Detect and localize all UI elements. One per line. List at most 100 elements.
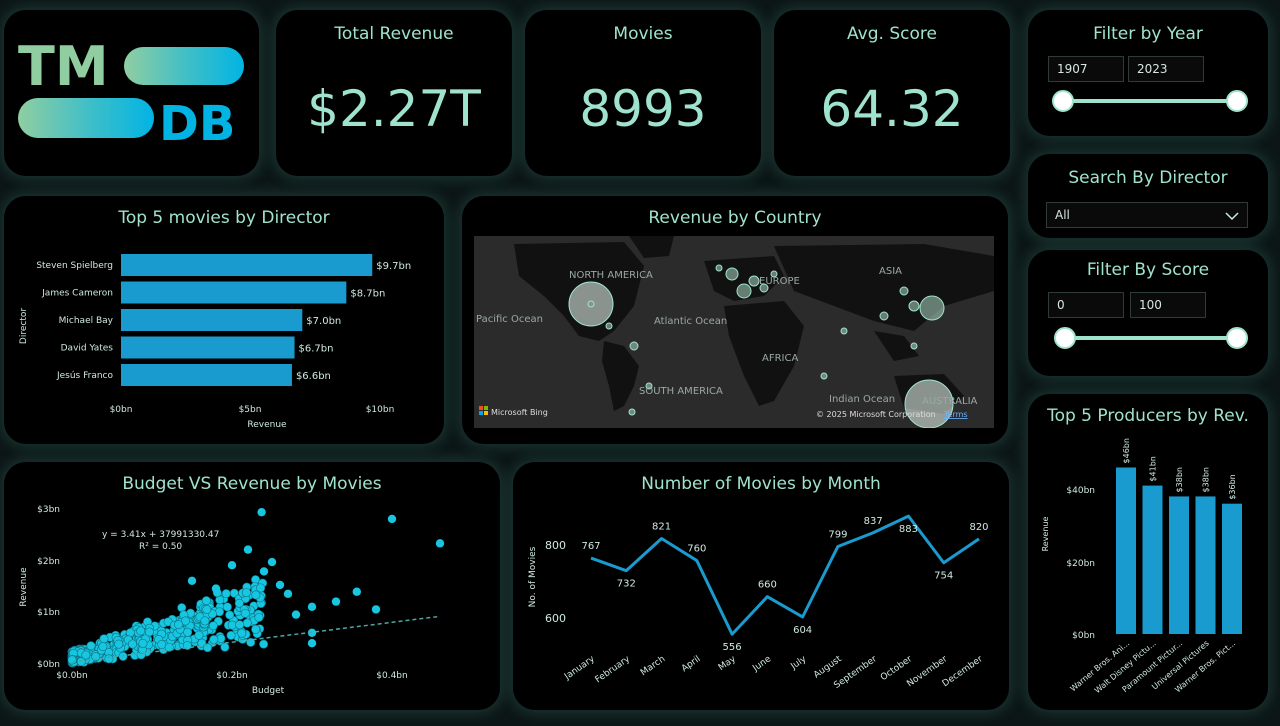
scatter-point: [275, 580, 285, 590]
scatter-point: [291, 610, 301, 619]
scatter-point: [435, 539, 445, 548]
world-map[interactable]: NORTH AMERICA EUROPE ASIA Pacific Ocean …: [474, 236, 994, 428]
data-label: 732: [617, 579, 636, 590]
data-label: $38bn: [1175, 467, 1184, 492]
scatter-point: [138, 638, 148, 648]
scatter-point: [187, 576, 197, 585]
kpi-value: 8993: [579, 80, 707, 138]
y-tick-label: $20bn: [1066, 559, 1095, 569]
scatter-point: [259, 567, 269, 576]
score-slider-high-handle[interactable]: [1226, 327, 1248, 349]
x-tick-label: July: [789, 654, 809, 672]
kpi-label: Total Revenue: [334, 24, 454, 44]
x-tick-label: April: [680, 654, 703, 674]
series-line: [590, 514, 980, 636]
scatter-point: [209, 635, 219, 645]
scatter-point: [144, 627, 154, 637]
search-director-title: Search By Director: [1068, 168, 1228, 188]
map-copyright: © 2025 Microsoft Corporation: [816, 410, 936, 419]
map-label: Atlantic Ocean: [654, 316, 727, 327]
x-tick-label: $0.0bn: [56, 671, 87, 681]
scatter-r2: R² = 0.50: [139, 542, 182, 552]
year-max-input[interactable]: 2023: [1128, 56, 1204, 82]
year-slider-high-handle[interactable]: [1226, 90, 1248, 112]
y-tick-label: $0bn: [1072, 631, 1095, 641]
filter-year-card: Filter by Year 1907 2023: [1028, 10, 1268, 136]
scatter-point: [202, 605, 212, 615]
scatter-card: Budget VS Revenue by Movies y = 3.41x + …: [4, 462, 500, 710]
x-tick-label: December: [941, 654, 985, 689]
y-tick-label: $40bn: [1066, 486, 1095, 496]
score-slider-low-handle[interactable]: [1054, 327, 1076, 349]
y-tick-label: $3bn: [37, 505, 60, 515]
scatter-point: [240, 608, 250, 618]
data-label: $38bn: [1202, 467, 1211, 492]
score-max-input[interactable]: 100: [1130, 292, 1206, 318]
data-label: 754: [934, 571, 953, 582]
tmdb-logo: TM DB: [18, 35, 244, 152]
y-tick-label: James Cameron: [41, 289, 113, 299]
scatter-point: [114, 639, 124, 649]
score-min-input[interactable]: 0: [1048, 292, 1124, 318]
scatter-point: [227, 561, 237, 570]
monthly-chart-card: Number of Movies by Month No. of Movies …: [513, 462, 1009, 710]
scatter-point: [225, 610, 235, 620]
data-label: $7.0bn: [306, 316, 341, 327]
map-terms-link[interactable]: Terms: [943, 410, 968, 419]
bar: [1142, 485, 1163, 634]
x-tick-label: January: [562, 654, 597, 683]
bar: [121, 281, 347, 304]
scatter-ylabel: Revenue: [19, 567, 29, 607]
scatter-point: [221, 589, 231, 599]
data-label: 604: [793, 625, 812, 636]
monthly-line-chart: No. of Movies 800 600 767 January 732 Febru…: [528, 514, 989, 691]
x-tick-label: $5bn: [239, 405, 262, 415]
bar: [121, 364, 292, 386]
data-label: 660: [758, 580, 777, 591]
data-label: 837: [864, 516, 883, 527]
scatter-point: [211, 584, 221, 593]
scatter-point: [173, 620, 183, 630]
scatter-point: [86, 641, 96, 651]
directors-xlabel: Revenue: [247, 420, 287, 430]
budget-revenue-scatter: y = 3.41x + 37991330.47 R² = 0.50 Revenu…: [19, 505, 445, 696]
kpi-avg-score: Avg. Score 64.32: [774, 10, 1010, 176]
x-tick-label: $0.4bn: [376, 671, 407, 681]
kpi-movies: Movies 8993: [525, 10, 761, 176]
x-tick-label: February: [594, 654, 633, 685]
scatter-point: [352, 587, 361, 596]
data-label: 821: [652, 522, 671, 533]
data-label: 760: [687, 544, 706, 555]
scatter-point: [254, 612, 264, 622]
year-min-input[interactable]: 1907: [1048, 56, 1124, 82]
y-tick-label: David Yates: [61, 344, 114, 354]
logo-text-bottom: DB: [159, 96, 235, 152]
scatter-point: [200, 616, 210, 626]
year-slider-track[interactable]: [1062, 99, 1238, 103]
x-tick-label: $0.2bn: [216, 671, 247, 681]
director-dropdown[interactable]: All: [1046, 202, 1248, 228]
bar: [1116, 467, 1136, 634]
y-tick-label: Michael Bay: [59, 316, 114, 326]
scatter-point: [222, 602, 232, 612]
y-tick-label: $1bn: [37, 608, 60, 618]
scatter-point: [98, 642, 108, 652]
filter-score-card: Filter By Score 0 100: [1028, 250, 1268, 376]
data-label: $6.6bn: [296, 371, 331, 382]
search-director-card: Search By Director All: [1028, 154, 1268, 238]
bar: [1222, 503, 1242, 634]
kpi-total-revenue: Total Revenue $2.27T: [276, 10, 512, 176]
map-label: SOUTH AMERICA: [639, 386, 723, 397]
scatter-point: [257, 507, 266, 517]
scatter-point: [128, 639, 138, 649]
year-slider-low-handle[interactable]: [1052, 90, 1074, 112]
scatter-point: [226, 630, 236, 640]
director-dropdown-value: All: [1055, 208, 1070, 222]
map-label: EUROPE: [759, 276, 800, 287]
data-label: 883: [899, 524, 918, 535]
kpi-value: 64.32: [820, 80, 964, 138]
x-tick-label: March: [639, 654, 667, 678]
data-label: 820: [969, 522, 988, 533]
scatter-point: [67, 655, 77, 665]
score-slider-track[interactable]: [1064, 336, 1238, 340]
